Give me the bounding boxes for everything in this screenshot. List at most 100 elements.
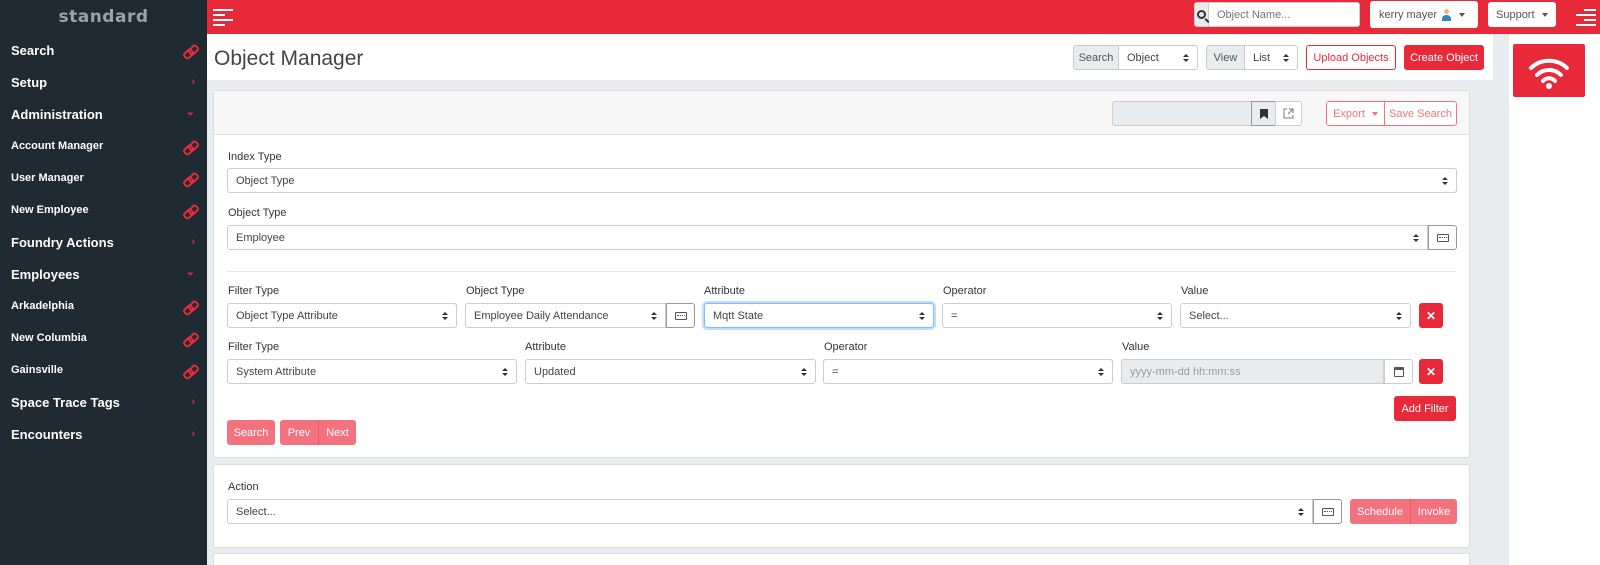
sidebar-item-user-manager[interactable]: User Manager xyxy=(0,162,207,194)
upload-objects-button[interactable]: Upload Objects xyxy=(1306,45,1396,70)
filter-type-label: Filter Type xyxy=(228,285,280,297)
attribute-value: Updated xyxy=(534,365,576,378)
link-icon xyxy=(184,141,195,152)
search-icon[interactable] xyxy=(1194,2,1209,27)
sidebar-nav: Search Setup › Administration ⌄ Account Manag… xyxy=(0,34,207,450)
filter-type-select[interactable]: System Attribute xyxy=(227,359,517,384)
search-button[interactable]: Search xyxy=(227,420,275,445)
export-label: Export xyxy=(1333,107,1365,120)
object-search-input[interactable] xyxy=(1209,2,1360,27)
user-name: kerry mayer xyxy=(1379,8,1438,21)
keyboard-icon[interactable] xyxy=(1313,499,1342,524)
right-menu-toggle-icon[interactable] xyxy=(1576,9,1596,26)
operator-value: = xyxy=(951,309,958,322)
select-arrows-icon xyxy=(1413,233,1419,242)
sidebar-item-account-manager[interactable]: Account Manager xyxy=(0,130,207,162)
sidebar-item-label: Administration xyxy=(11,106,103,122)
create-object-button[interactable]: Create Object xyxy=(1404,45,1484,70)
action-select[interactable]: Select... xyxy=(227,499,1313,524)
operator-label: Operator xyxy=(943,285,987,297)
divider xyxy=(227,271,1456,272)
saved-search-input[interactable] xyxy=(1112,101,1252,126)
sidebar-item-label: Employees xyxy=(11,266,80,282)
select-arrows-icon xyxy=(1098,367,1104,376)
value-label: Value xyxy=(1122,341,1150,353)
remove-filter-button[interactable]: ✕ xyxy=(1419,359,1443,384)
chevron-down-icon: ⌄ xyxy=(185,265,195,278)
external-link-icon[interactable] xyxy=(1275,101,1302,126)
sidebar-item-label: Search xyxy=(11,42,55,58)
sidebar-item-space-trace-tags[interactable]: Space Trace Tags › xyxy=(0,386,207,418)
sidebar-item-encounters[interactable]: Encounters › xyxy=(0,418,207,450)
invoke-button[interactable]: Invoke xyxy=(1410,499,1457,524)
filter-type-select[interactable]: Object Type Attribute xyxy=(227,303,457,328)
view-select[interactable]: List xyxy=(1244,45,1298,70)
select-arrows-icon xyxy=(1183,53,1189,62)
filter-object-type-value: Employee Daily Attendance xyxy=(474,309,609,322)
object-type-select[interactable]: Employee xyxy=(227,225,1428,250)
card-header: Export Save Search xyxy=(214,91,1469,135)
filter-object-type-select[interactable]: Employee Daily Attendance xyxy=(465,303,666,328)
sidebar-item-administration[interactable]: Administration ⌄ xyxy=(0,98,207,130)
support-menu[interactable]: Support xyxy=(1488,2,1556,27)
sidebar-item-label: New Employee xyxy=(11,204,89,216)
next-button[interactable]: Next xyxy=(318,420,356,445)
add-filter-button[interactable]: Add Filter xyxy=(1394,396,1456,421)
sidebar-item-setup[interactable]: Setup › xyxy=(0,66,207,98)
select-arrows-icon xyxy=(919,311,925,320)
search-scope-select[interactable]: Object xyxy=(1118,45,1198,70)
select-arrows-icon xyxy=(651,311,657,320)
select-arrows-icon xyxy=(502,367,508,376)
sidebar-item-new-columbia[interactable]: New Columbia xyxy=(0,322,207,354)
chevron-right-icon: › xyxy=(191,236,195,248)
sidebar-item-new-employee[interactable]: New Employee xyxy=(0,194,207,226)
link-icon xyxy=(184,301,195,312)
attribute-label: Attribute xyxy=(525,341,566,353)
view-value: List xyxy=(1253,51,1271,64)
attribute-select[interactable]: Updated xyxy=(525,359,816,384)
sidebar-item-label: Arkadelphia xyxy=(11,300,74,312)
date-value-input[interactable]: yyyy-mm-dd hh:mm:ss xyxy=(1121,359,1384,384)
link-icon xyxy=(184,333,195,344)
action-label: Action xyxy=(228,481,259,493)
remove-filter-button[interactable]: ✕ xyxy=(1419,303,1443,328)
search-scope-label: Search xyxy=(1073,45,1119,70)
filter-type-value: Object Type Attribute xyxy=(236,309,338,322)
next-card-edge xyxy=(213,553,1470,565)
search-scope-value: Object xyxy=(1127,51,1159,64)
operator-select[interactable]: = xyxy=(942,303,1172,328)
wifi-icon xyxy=(1529,58,1569,89)
operator-select[interactable]: = xyxy=(823,359,1113,384)
sidebar-item-arkadelphia[interactable]: Arkadelphia xyxy=(0,290,207,322)
attribute-select[interactable]: Mqtt State xyxy=(704,303,934,328)
sidebar: standard Search Setup › Administration ⌄ Acco… xyxy=(0,0,207,565)
action-card: Action Select... Schedule Invoke xyxy=(213,464,1470,548)
right-scrollbar[interactable] xyxy=(1493,34,1509,565)
schedule-button[interactable]: Schedule xyxy=(1350,499,1410,524)
value-value: Select... xyxy=(1189,309,1229,322)
sidebar-item-search[interactable]: Search xyxy=(0,34,207,66)
user-avatar-icon xyxy=(1441,8,1452,21)
sidebar-item-employees[interactable]: Employees ⌄ xyxy=(0,258,207,290)
brand-logo: standard xyxy=(58,7,149,27)
support-label: Support xyxy=(1496,8,1535,21)
bookmark-icon[interactable] xyxy=(1251,101,1276,126)
connection-status[interactable] xyxy=(1513,44,1585,97)
sidebar-item-foundry-actions[interactable]: Foundry Actions › xyxy=(0,226,207,258)
save-search-button[interactable]: Save Search xyxy=(1384,101,1457,126)
user-menu[interactable]: kerry mayer xyxy=(1370,1,1478,28)
keyboard-icon[interactable] xyxy=(666,303,695,328)
index-type-select[interactable]: Object Type xyxy=(227,168,1457,193)
menu-toggle-icon[interactable] xyxy=(213,9,233,26)
sidebar-item-gainsville[interactable]: Gainsville xyxy=(0,354,207,386)
prev-button[interactable]: Prev xyxy=(280,420,318,445)
value-select[interactable]: Select... xyxy=(1180,303,1411,328)
calendar-icon[interactable] xyxy=(1384,359,1413,384)
attribute-value: Mqtt State xyxy=(713,309,764,322)
object-type-label: Object Type xyxy=(228,207,287,219)
export-button[interactable]: Export xyxy=(1326,101,1385,126)
link-icon xyxy=(184,45,195,56)
index-type-value: Object Type xyxy=(236,174,295,187)
page-title: Object Manager xyxy=(214,47,364,70)
keyboard-icon[interactable] xyxy=(1428,225,1457,250)
